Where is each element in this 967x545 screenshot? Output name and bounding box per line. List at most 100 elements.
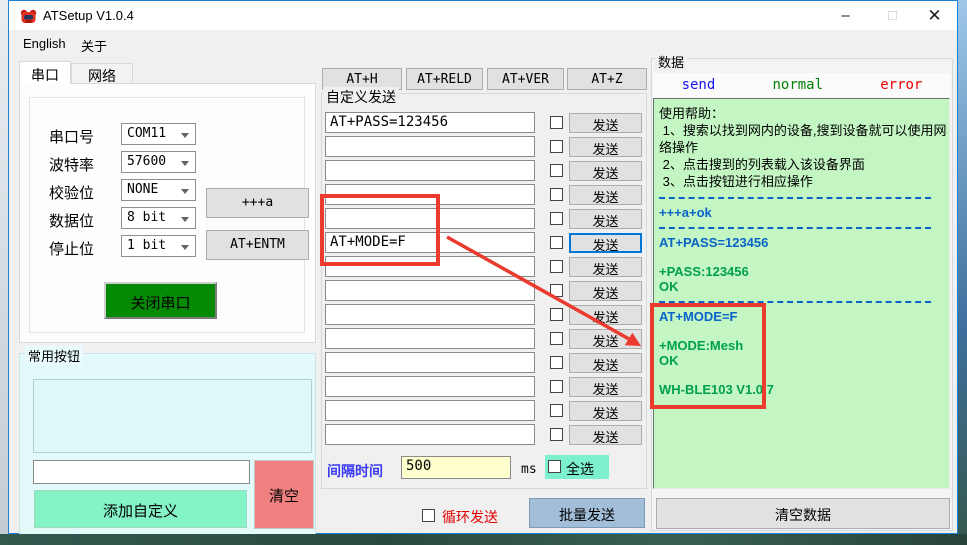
command-input[interactable] — [325, 400, 535, 421]
send-button[interactable]: 发送 — [569, 425, 642, 445]
send-button[interactable]: 发送 — [569, 377, 642, 397]
send-button[interactable]: 发送 — [569, 329, 642, 349]
row-checkbox[interactable] — [550, 308, 563, 321]
command-input[interactable] — [325, 352, 535, 373]
row-checkbox[interactable] — [550, 140, 563, 153]
data-group-title: 数据 — [655, 52, 687, 71]
interval-input[interactable]: 500 — [401, 456, 511, 479]
log-legend: sendnormalerror — [653, 73, 951, 97]
parity-chevron-down-icon — [181, 189, 189, 194]
clear-list-button[interactable]: 清空 — [254, 460, 314, 529]
minimize-button[interactable]: – — [823, 1, 868, 31]
quick-button-atz[interactable]: AT+Z — [567, 68, 647, 90]
custom-send-row: 发送 — [321, 135, 647, 159]
row-checkbox[interactable] — [550, 236, 563, 249]
custom-send-row: 发送 — [321, 327, 647, 351]
send-button[interactable]: 发送 — [569, 257, 642, 277]
custom-send-row: 发送 — [321, 303, 647, 327]
quick-button-atreld[interactable]: AT+RELD — [406, 68, 483, 90]
send-button[interactable]: 发送 — [569, 233, 642, 253]
send-button[interactable]: 发送 — [569, 305, 642, 325]
row-checkbox[interactable] — [550, 428, 563, 441]
data-bits-chevron-down-icon — [181, 217, 189, 222]
select-all-wrap: 全选 — [545, 455, 609, 479]
command-input[interactable] — [325, 280, 535, 301]
row-checkbox[interactable] — [550, 212, 563, 225]
common-buttons-group-title: 常用按钮 — [25, 346, 83, 365]
row-checkbox[interactable] — [550, 116, 563, 129]
row-checkbox[interactable] — [550, 356, 563, 369]
send-button[interactable]: 发送 — [569, 281, 642, 301]
clear-data-button[interactable]: 清空数据 — [656, 498, 950, 529]
command-input[interactable] — [325, 304, 535, 325]
row-checkbox[interactable] — [550, 164, 563, 177]
stop-bits-select[interactable]: 1 bit — [121, 235, 196, 257]
at-entm-button[interactable]: AT+ENTM — [206, 230, 309, 260]
close-button[interactable]: ✕ — [912, 1, 957, 31]
desktop-bottom-strip — [0, 534, 967, 545]
command-input[interactable] — [325, 136, 535, 157]
com-port-select[interactable]: COM11 — [121, 123, 196, 145]
log-line: +++a+ok — [659, 205, 949, 220]
log-line: +PASS:123456 — [659, 264, 949, 279]
batch-send-button[interactable]: 批量发送 — [529, 498, 645, 528]
legend-send: send — [682, 77, 716, 93]
send-button[interactable]: 发送 — [569, 137, 642, 157]
command-input[interactable]: AT+PASS=123456 — [325, 112, 535, 133]
custom-send-row: 发送 — [321, 351, 647, 375]
custom-list-box[interactable] — [33, 379, 312, 453]
close-serial-button[interactable]: 关闭串口 — [104, 282, 217, 319]
menu-item-about[interactable]: 关于 — [75, 35, 113, 56]
custom-send-row: 发送 — [321, 159, 647, 183]
send-button[interactable]: 发送 — [569, 113, 642, 133]
title-bar: ATSetup V1.0.4 – □ ✕ — [9, 1, 957, 31]
command-input[interactable] — [325, 328, 535, 349]
baud-rate-label: 波特率 — [49, 154, 94, 175]
loop-send-checkbox[interactable] — [422, 509, 435, 522]
row-checkbox[interactable] — [550, 332, 563, 345]
log-line: 2、点击搜到的列表载入该设备界面 — [659, 156, 949, 173]
add-custom-button[interactable]: 添加自定义 — [34, 490, 247, 528]
parity-select[interactable]: NONE — [121, 179, 196, 201]
row-checkbox[interactable] — [550, 188, 563, 201]
command-input[interactable] — [325, 376, 535, 397]
com-port-label: 串口号 — [49, 126, 94, 147]
legend-normal: normal — [772, 77, 823, 93]
log-line: AT+PASS=123456 — [659, 235, 949, 250]
desktop-left-strip — [0, 0, 8, 545]
custom-send-row: 发送 — [321, 423, 647, 447]
maximize-button[interactable]: □ — [870, 1, 915, 31]
row-checkbox[interactable] — [550, 260, 563, 273]
interval-label: 间隔时间 — [327, 461, 383, 481]
baud-rate-select[interactable]: 57600 — [121, 151, 196, 173]
data-log[interactable]: 使用帮助： 1、搜索以找到网内的设备,搜到设备就可以使用网络操作 2、点击搜到的… — [653, 98, 950, 489]
send-button[interactable]: 发送 — [569, 401, 642, 421]
tab-serial[interactable]: 串口 — [19, 61, 71, 84]
menu-item-english[interactable]: English — [17, 35, 72, 52]
command-input[interactable] — [325, 424, 535, 445]
row-checkbox[interactable] — [550, 404, 563, 417]
custom-send-row: 发送 — [321, 279, 647, 303]
data-bits-label: 数据位 — [49, 210, 94, 231]
quick-button-atver[interactable]: AT+VER — [487, 68, 564, 90]
menu-bar: English 关于 — [9, 32, 957, 55]
row-checkbox[interactable] — [550, 380, 563, 393]
desktop: ATSetup V1.0.4 – □ ✕ English 关于 串口 网络 串口… — [0, 0, 967, 545]
send-button[interactable]: 发送 — [569, 353, 642, 373]
exit-at-mode-button[interactable]: +++a — [206, 188, 309, 218]
select-all-checkbox[interactable] — [548, 460, 561, 473]
custom-send-row: AT+PASS=123456 发送 — [321, 111, 647, 135]
data-bits-select[interactable]: 8 bit — [121, 207, 196, 229]
tab-network[interactable]: 网络 — [71, 63, 133, 84]
send-button[interactable]: 发送 — [569, 161, 642, 181]
window-title: ATSetup V1.0.4 — [43, 8, 134, 23]
custom-send-row: 发送 — [321, 399, 647, 423]
command-input[interactable] — [325, 160, 535, 181]
send-button[interactable]: 发送 — [569, 209, 642, 229]
custom-command-input[interactable] — [33, 460, 250, 484]
log-blank-line — [659, 250, 949, 264]
row-checkbox[interactable] — [550, 284, 563, 297]
red-highlight-rect-response — [650, 303, 766, 409]
app-icon — [20, 8, 37, 25]
send-button[interactable]: 发送 — [569, 185, 642, 205]
